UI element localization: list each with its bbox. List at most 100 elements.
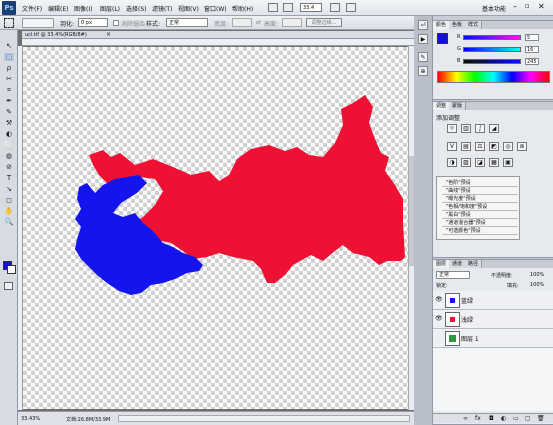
gradient-tool-icon[interactable]: ◍ — [4, 152, 14, 160]
preset-levels[interactable]: "色阶"预设 — [442, 179, 518, 187]
minibridge-button[interactable] — [283, 3, 293, 12]
bridge-button[interactable] — [268, 3, 278, 12]
marquee-tool-icon[interactable]: ⬚ — [4, 53, 14, 61]
color-spectrum-bar[interactable] — [437, 71, 550, 83]
quick-mask-icon[interactable] — [4, 282, 13, 290]
zoom-level-field[interactable]: 33.4 — [300, 3, 322, 12]
menu-image[interactable]: 图像(I) — [74, 4, 92, 13]
eye-icon[interactable]: 👁 — [435, 296, 443, 303]
r-slider[interactable] — [463, 35, 521, 40]
feather-input[interactable]: 0 px — [78, 18, 108, 27]
opacity-value[interactable]: 100% — [530, 272, 544, 278]
layer-row[interactable]: 👁 浅绿 — [433, 310, 553, 329]
tab-masks[interactable]: 蒙版 — [449, 102, 467, 110]
preset-hue-saturation[interactable]: "色相/饱和度"预设 — [442, 203, 518, 211]
selection-mode-buttons[interactable] — [22, 18, 54, 28]
marquee-tool-preset-icon[interactable] — [4, 18, 14, 28]
width-input[interactable] — [232, 18, 252, 27]
preset-channel-mixer[interactable]: "通道混合器"预设 — [442, 219, 518, 227]
tab-channels[interactable]: 通道 — [449, 260, 467, 268]
color-foreground-swatch[interactable] — [437, 33, 448, 44]
curves-icon[interactable]: ∫ — [475, 124, 485, 133]
history-brush-icon[interactable]: ◐ — [4, 130, 14, 138]
slice-tool-icon[interactable]: ⌗ — [4, 86, 14, 94]
preset-selective-color[interactable]: "可选颜色"预设 — [442, 227, 518, 235]
menu-file[interactable]: 文件(F) — [22, 4, 42, 13]
tab-color[interactable]: 颜色 — [433, 21, 451, 29]
preset-exposure[interactable]: "曝光度"预设 — [442, 195, 518, 203]
history-panel-icon[interactable]: ⏎ — [418, 20, 428, 30]
tab-adjustments[interactable]: 调整 — [433, 102, 451, 110]
exposure-icon[interactable]: ◢ — [489, 124, 499, 133]
g-slider[interactable] — [463, 47, 521, 52]
actions-panel-icon[interactable]: ▶ — [418, 34, 428, 44]
menu-help[interactable]: 帮助(H) — [232, 4, 253, 13]
swap-icon[interactable]: ⇄ — [256, 19, 261, 26]
clone-source-icon[interactable]: ⊕ — [418, 66, 428, 76]
hand-tool-icon[interactable]: ✋ — [4, 207, 14, 215]
menu-edit[interactable]: 编辑(E) — [48, 4, 68, 13]
channel-mixer-icon[interactable]: ⊛ — [517, 142, 527, 151]
close-icon[interactable]: ✕ — [538, 2, 545, 11]
crop-tool-icon[interactable]: ✂ — [4, 75, 14, 83]
photo-filter-icon[interactable]: ◎ — [503, 142, 513, 151]
document-tab[interactable]: ucl.tif @ 33.4%(RGB/8#) × — [22, 31, 414, 39]
brush-tool-icon[interactable]: ✎ — [4, 108, 14, 116]
shape-tool-icon[interactable]: ◻ — [4, 196, 14, 204]
menu-filter[interactable]: 滤镜(T) — [152, 4, 172, 13]
levels-icon[interactable]: ▥ — [461, 124, 471, 133]
arrange-button[interactable] — [330, 3, 340, 12]
gradient-map-icon[interactable]: ▦ — [489, 158, 499, 167]
b-value[interactable]: 245 — [525, 58, 539, 65]
eraser-tool-icon[interactable]: ⬜ — [4, 141, 14, 149]
menu-select[interactable]: 选择(S) — [126, 4, 147, 13]
tab-paths[interactable]: 路径 — [465, 260, 483, 268]
preset-curves[interactable]: "曲线"预设 — [442, 187, 518, 195]
preset-black-white[interactable]: "黑白"预设 — [442, 211, 518, 219]
maximize-icon[interactable]: ▫ — [525, 2, 530, 10]
r-value[interactable]: 5 — [525, 34, 539, 41]
add-mask-icon[interactable]: ◘ — [489, 415, 494, 422]
trash-icon[interactable]: 🗑 — [537, 415, 545, 422]
eye-icon[interactable] — [435, 334, 442, 341]
new-group-icon[interactable]: ▭ — [513, 415, 519, 422]
style-select[interactable]: 正常 — [166, 18, 208, 27]
zoom-tool-icon[interactable]: 🔍 — [4, 218, 14, 226]
threshold-icon[interactable]: ◪ — [475, 158, 485, 167]
tab-styles[interactable]: 样式 — [465, 21, 483, 29]
brush-panel-icon[interactable]: ✎ — [418, 52, 428, 62]
horizontal-scrollbar[interactable] — [118, 415, 410, 422]
status-zoom[interactable]: 33.43% — [21, 416, 40, 422]
document-canvas[interactable] — [23, 47, 408, 409]
tab-close-icon[interactable]: × — [106, 31, 111, 38]
invert-icon[interactable]: ◑ — [447, 158, 457, 167]
vibrance-icon[interactable]: V — [447, 142, 457, 151]
layer-row[interactable]: 图层 1 — [433, 329, 553, 348]
workspace-switcher[interactable]: 基本功能 — [482, 4, 506, 13]
stamp-tool-icon[interactable]: ⚒ — [4, 119, 14, 127]
refine-edge-button[interactable]: 调整边缘... — [306, 18, 342, 27]
lasso-tool-icon[interactable]: ρ — [4, 64, 14, 72]
layer-row[interactable]: 👁 蓝绿 — [433, 291, 553, 310]
color-balance-icon[interactable]: ⚖ — [475, 142, 485, 151]
background-color-swatch[interactable] — [7, 265, 16, 274]
posterize-icon[interactable]: ▨ — [461, 158, 471, 167]
move-tool-icon[interactable]: ↖ — [4, 42, 14, 50]
link-layers-icon[interactable]: ∞ — [463, 415, 468, 422]
menu-view[interactable]: 视图(V) — [178, 4, 199, 13]
menu-window[interactable]: 窗口(W) — [204, 4, 227, 13]
type-tool-icon[interactable]: T — [4, 174, 14, 182]
b-slider[interactable] — [463, 59, 521, 64]
menu-layer[interactable]: 图层(L) — [100, 4, 120, 13]
eyedropper-tool-icon[interactable]: ✒ — [4, 97, 14, 105]
g-value[interactable]: 16 — [525, 46, 539, 53]
black-white-icon[interactable]: ◩ — [489, 142, 499, 151]
tab-layers[interactable]: 图层 — [433, 260, 451, 268]
layer-style-icon[interactable]: fx — [475, 415, 481, 422]
fill-value[interactable]: 100% — [530, 282, 544, 288]
screen-mode-button[interactable] — [346, 3, 356, 12]
selective-color-icon[interactable]: ▣ — [503, 158, 513, 167]
dodge-tool-icon[interactable]: ⊘ — [4, 163, 14, 171]
eye-icon[interactable]: 👁 — [435, 315, 443, 322]
minimize-icon[interactable]: – — [513, 2, 517, 11]
